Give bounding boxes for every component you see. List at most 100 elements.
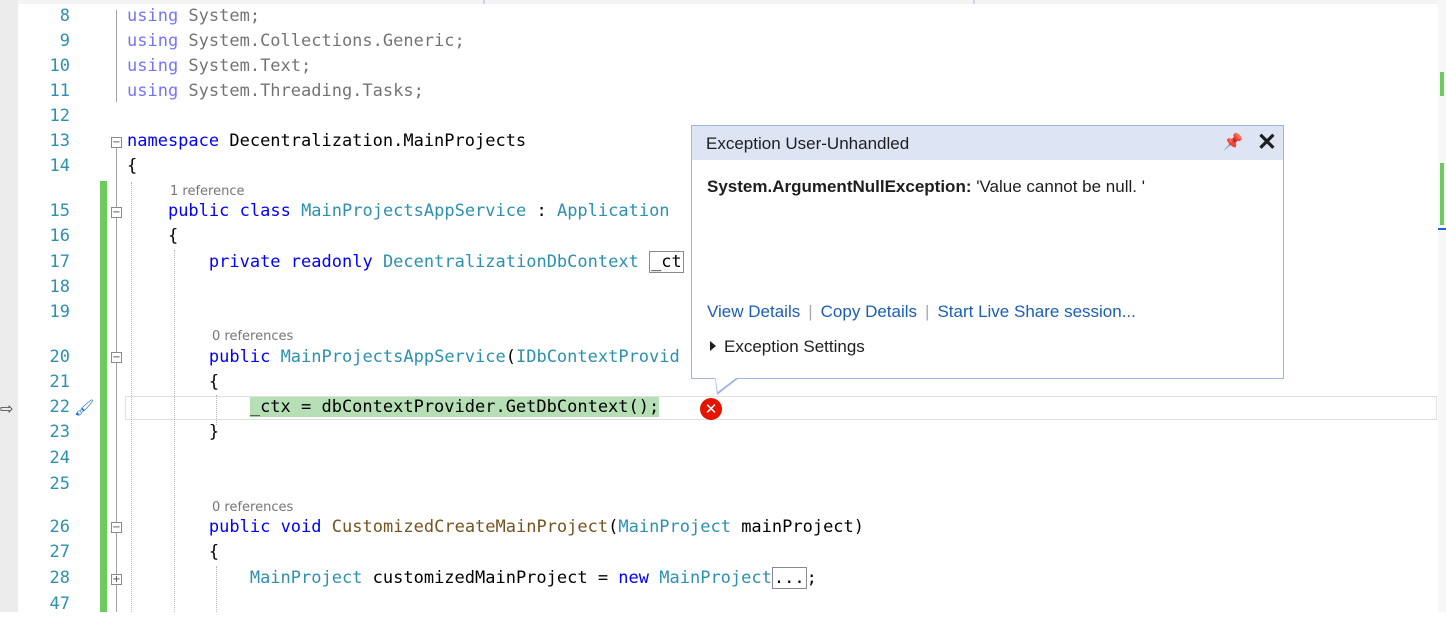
code-token: readonly — [290, 252, 373, 272]
indent-guide — [216, 395, 217, 425]
line-number: 27 — [49, 542, 70, 562]
exception-popup: Exception User-Unhandled 📌 ✕ System.Argu… — [691, 125, 1284, 379]
code-token: System.Threading.Tasks; — [178, 81, 424, 101]
code-token: using — [127, 6, 179, 26]
code-line[interactable]: 11 using System.Threading.Tasks; — [0, 79, 1438, 104]
code-text[interactable]: public MainProjectsAppService(IDbContext… — [127, 345, 680, 370]
code-text[interactable]: using System; — [127, 4, 260, 29]
vertical-scrollbar[interactable] — [1438, 0, 1446, 612]
codelens-references[interactable]: 0 references — [212, 499, 293, 517]
line-number: 14 — [49, 156, 70, 176]
exception-text: 'Value cannot be null. ' — [971, 177, 1145, 196]
link-divider: | — [808, 302, 813, 321]
collapse-namespace-toggle[interactable]: − — [111, 137, 122, 148]
pin-icon[interactable]: 📌 — [1223, 132, 1243, 152]
code-token: mainProject) — [730, 517, 865, 537]
code-token: customizedMainProject = — [362, 568, 619, 588]
line-number: 18 — [49, 277, 70, 297]
code-text[interactable]: using System.Collections.Generic; — [127, 29, 465, 54]
line-number: 17 — [49, 252, 70, 272]
code-token: public — [208, 347, 271, 367]
code-token: private — [208, 252, 281, 272]
code-token: MainProject — [249, 568, 363, 588]
code-token: Decentralization.MainProjects — [219, 131, 527, 151]
copy-details-link[interactable]: Copy Details — [821, 302, 917, 321]
line-number: 24 — [49, 448, 70, 468]
scroll-position-marker — [1438, 228, 1446, 230]
line-number: 28 — [49, 568, 70, 588]
error-x-icon[interactable]: ✕ — [700, 398, 722, 420]
code-line[interactable]: 8 using System; — [0, 4, 1438, 29]
collapse-method-toggle[interactable]: − — [111, 522, 122, 533]
code-text[interactable]: using System.Threading.Tasks; — [127, 79, 424, 104]
line-number: 26 — [49, 517, 70, 537]
code-line[interactable]: 27 { — [0, 540, 1438, 565]
current-statement-arrow-icon: ⇨ — [0, 399, 14, 418]
code-text[interactable]: public class MainProjectsAppService : Ap… — [127, 199, 670, 224]
code-text[interactable]: public void CustomizedCreateMainProject(… — [127, 515, 864, 540]
code-token: _ct — [649, 251, 684, 273]
line-number: 13 — [49, 131, 70, 151]
line-number: 47 — [49, 594, 70, 614]
line-number: 25 — [49, 474, 70, 494]
code-text[interactable]: MainProject customizedMainProject = new … — [127, 566, 817, 591]
code-line[interactable]: 25 — [0, 472, 1438, 497]
code-line[interactable]: 26 public void CustomizedCreateMainProje… — [0, 515, 1438, 540]
code-token: ; — [806, 568, 817, 588]
code-text[interactable]: { — [127, 224, 178, 249]
exception-popup-title: Exception User-Unhandled — [706, 134, 910, 153]
exception-settings-expander[interactable]: Exception Settings — [710, 337, 865, 357]
line-number: 22 — [49, 397, 70, 417]
close-icon[interactable]: ✕ — [1257, 128, 1277, 158]
current-line-highlight — [125, 396, 1437, 420]
link-divider: | — [925, 302, 930, 321]
code-token: new — [618, 568, 650, 588]
line-number: 10 — [49, 56, 70, 76]
scroll-change-marker — [1440, 163, 1444, 225]
code-text[interactable]: { — [127, 154, 137, 179]
collapse-constructor-toggle[interactable]: − — [111, 352, 122, 363]
live-share-link[interactable]: Start Live Share session... — [937, 302, 1135, 321]
code-token: public — [208, 517, 271, 537]
code-line[interactable]: 10 using System.Text; — [0, 54, 1438, 79]
code-token: System; — [178, 6, 261, 26]
expand-region-toggle[interactable]: + — [111, 574, 122, 585]
code-token: ( — [608, 517, 619, 537]
code-token: using — [127, 31, 179, 51]
line-number: 19 — [49, 302, 70, 322]
code-token: System.Collections.Generic; — [178, 31, 465, 51]
indent-guide — [131, 182, 132, 612]
scroll-change-marker — [1440, 72, 1444, 96]
exception-type: System.ArgumentNullException: — [707, 177, 972, 196]
code-token: { — [127, 226, 179, 246]
line-number: 16 — [49, 226, 70, 246]
code-token: : — [526, 201, 557, 221]
expand-triangle-icon — [710, 341, 716, 351]
collapse-class-toggle[interactable]: − — [111, 207, 122, 218]
code-text[interactable]: private readonly DecentralizationDbConte… — [127, 250, 684, 275]
line-number: 21 — [49, 372, 70, 392]
code-text[interactable]: namespace Decentralization.MainProjects — [127, 129, 526, 154]
code-token: MainProject — [659, 568, 772, 588]
code-token: { — [127, 156, 138, 176]
quick-action-brush-icon[interactable]: 🖌 — [74, 398, 94, 417]
code-line[interactable]: 9 using System.Collections.Generic; — [0, 29, 1438, 54]
codelens-references[interactable]: 0 references — [212, 328, 293, 346]
code-token: DecentralizationDbContext — [382, 252, 639, 272]
view-details-link[interactable]: View Details — [707, 302, 800, 321]
line-number: 11 — [49, 81, 70, 101]
indent-guide — [174, 250, 175, 612]
code-text[interactable]: using System.Text; — [127, 54, 311, 79]
code-line[interactable]: 24 — [0, 446, 1438, 471]
code-token: public — [167, 201, 230, 221]
codelens-references[interactable]: 1 reference — [170, 183, 244, 201]
code-token: ( — [505, 347, 516, 367]
